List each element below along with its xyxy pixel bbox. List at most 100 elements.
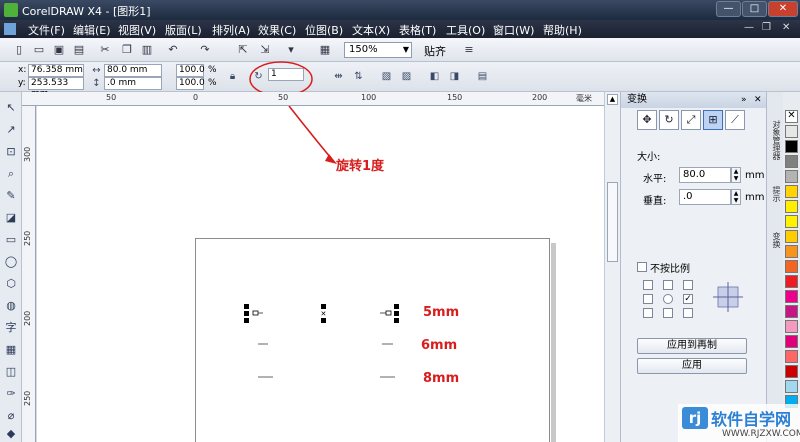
skew-tab-icon[interactable]: ⟋ xyxy=(725,110,745,130)
maximize-button[interactable]: □ xyxy=(742,1,767,17)
color-swatch[interactable] xyxy=(785,320,798,333)
rotate-tab-icon[interactable]: ↻ xyxy=(659,110,679,130)
print-icon[interactable]: ▤ xyxy=(72,43,86,57)
rectangle-tool-icon[interactable]: ▭ xyxy=(3,232,19,248)
menu-file[interactable]: 文件(F) xyxy=(28,22,65,38)
doc-close-button[interactable]: ✕ xyxy=(782,22,790,33)
anchor-bottom-left[interactable] xyxy=(643,308,653,318)
text-tool-icon[interactable]: 字 xyxy=(3,320,19,336)
non-proportional-checkbox[interactable] xyxy=(637,262,647,272)
menu-arrange[interactable]: 排列(A) xyxy=(212,22,250,38)
scale-y-field[interactable]: 100.0 xyxy=(176,77,205,90)
color-swatch[interactable] xyxy=(785,125,798,138)
horizontal-size-field[interactable]: 80.0 xyxy=(679,167,731,183)
scale-outline-icon[interactable]: ▨ xyxy=(400,70,413,83)
zoom-select[interactable]: 150% ▼ xyxy=(344,42,412,58)
no-fill-swatch[interactable]: ✕ xyxy=(785,110,798,123)
position-tab-icon[interactable]: ✥ xyxy=(637,110,657,130)
undo-icon[interactable]: ↶ xyxy=(166,43,180,57)
color-swatch[interactable] xyxy=(785,350,798,363)
zoom-tool-icon[interactable]: ⌕ xyxy=(3,166,19,182)
open-icon[interactable]: ▭ xyxy=(32,43,46,57)
close-button[interactable]: ✕ xyxy=(768,1,798,17)
mirror-vertical-icon[interactable]: ⇅ xyxy=(352,70,365,83)
doc-minimize-button[interactable]: — xyxy=(744,22,754,33)
mirror-horizontal-icon[interactable]: ⇹ xyxy=(332,70,345,83)
vertical-stepper[interactable]: ▲ ▼ xyxy=(731,189,741,205)
docker-expand-icon[interactable]: » xyxy=(741,92,747,108)
apply-button[interactable]: 应用 xyxy=(637,358,747,374)
copy-icon[interactable]: ❐ xyxy=(120,43,134,57)
menu-table[interactable]: 表格(T) xyxy=(399,22,436,38)
menu-tools[interactable]: 工具(O) xyxy=(446,22,485,38)
launcher-icon[interactable]: ▾ xyxy=(284,43,298,57)
vertical-ruler[interactable]: 300 250 200 250 xyxy=(22,106,36,442)
vertical-scrollbar[interactable]: ▲ xyxy=(604,92,620,442)
menu-effects[interactable]: 效果(C) xyxy=(258,22,296,38)
menu-help[interactable]: 帮助(H) xyxy=(543,22,582,38)
color-swatch[interactable] xyxy=(785,185,798,198)
drawing-canvas[interactable]: ✕ 旋转1度 5mm 6mm 8mm xyxy=(37,106,604,442)
polygon-tool-icon[interactable]: ⬡ xyxy=(3,276,19,292)
color-swatch[interactable] xyxy=(785,245,798,258)
scroll-thumb[interactable] xyxy=(607,182,618,262)
scroll-up-icon[interactable]: ▲ xyxy=(607,94,618,105)
fill-tool-icon[interactable]: ◆ xyxy=(3,426,19,442)
menu-bitmaps[interactable]: 位图(B) xyxy=(305,22,343,38)
eyedropper-tool-icon[interactable]: ✑ xyxy=(3,386,19,402)
color-swatch[interactable] xyxy=(785,275,798,288)
anchor-top-right[interactable] xyxy=(683,280,693,290)
color-swatch[interactable] xyxy=(785,230,798,243)
color-swatch[interactable] xyxy=(785,365,798,378)
width-field[interactable]: 80.0 mm xyxy=(104,64,162,77)
color-swatch[interactable] xyxy=(785,215,798,228)
menu-edit[interactable]: 编辑(E) xyxy=(73,22,111,38)
redo-icon[interactable]: ↷ xyxy=(198,43,212,57)
basic-shapes-icon[interactable]: ◍ xyxy=(3,298,19,314)
cut-icon[interactable]: ✂ xyxy=(98,43,112,57)
doc-restore-button[interactable]: ❐ xyxy=(762,22,771,33)
lock-ratio-icon[interactable]: 🔒︎ xyxy=(226,70,239,83)
size-tab-icon[interactable]: ⊞ xyxy=(703,110,723,130)
new-icon[interactable]: ▯ xyxy=(12,43,26,57)
snap-to-button[interactable]: 贴齐 xyxy=(424,43,446,59)
shape-tool-icon[interactable]: ↗ xyxy=(3,122,19,138)
horizontal-stepper[interactable]: ▲ ▼ xyxy=(731,167,741,183)
anchor-bottom-center[interactable] xyxy=(663,308,673,318)
color-swatch[interactable] xyxy=(785,170,798,183)
convert-curves-icon[interactable]: ▤ xyxy=(476,70,489,83)
import-icon[interactable]: ⇱ xyxy=(236,43,250,57)
color-swatch[interactable] xyxy=(785,200,798,213)
y-position-field[interactable]: 253.533 mm xyxy=(28,77,84,99)
wrap-text-icon[interactable]: ▧ xyxy=(380,70,393,83)
options-icon[interactable]: ≡ xyxy=(462,43,476,57)
outline-tool-icon[interactable]: ⌀ xyxy=(3,408,19,424)
pick-tool-icon[interactable]: ↖ xyxy=(3,100,19,116)
docker-close-icon[interactable]: ✕ xyxy=(754,92,762,108)
export-icon[interactable]: ⇲ xyxy=(258,43,272,57)
color-swatch[interactable] xyxy=(785,260,798,273)
color-swatch[interactable] xyxy=(785,290,798,303)
apply-to-duplicate-button[interactable]: 应用到再制 xyxy=(637,338,747,354)
color-swatch[interactable] xyxy=(785,155,798,168)
paste-icon[interactable]: ▥ xyxy=(140,43,154,57)
color-swatch[interactable] xyxy=(785,380,798,393)
height-field[interactable]: .0 mm xyxy=(104,77,162,90)
welcome-icon[interactable]: ▦ xyxy=(318,43,332,57)
menu-layout[interactable]: 版面(L) xyxy=(165,22,202,38)
tab-transform[interactable]: 变换 xyxy=(769,232,782,248)
anchor-top-center[interactable] xyxy=(663,280,673,290)
connector-tool-icon[interactable]: ◫ xyxy=(3,364,19,380)
menu-window[interactable]: 窗口(W) xyxy=(493,22,534,38)
table-tool-icon[interactable]: ▦ xyxy=(3,342,19,358)
horizontal-ruler[interactable]: 50 0 50 100 150 200 毫米 xyxy=(22,92,604,106)
vertical-size-field[interactable]: .0 xyxy=(679,189,731,205)
ellipse-tool-icon[interactable]: ◯ xyxy=(3,254,19,270)
crop-tool-icon[interactable]: ⊡ xyxy=(3,144,19,160)
minimize-button[interactable]: — xyxy=(716,1,741,17)
color-swatch[interactable] xyxy=(785,335,798,348)
scale-tab-icon[interactable]: ⤢ xyxy=(681,110,701,130)
color-swatch[interactable] xyxy=(785,140,798,153)
x-position-field[interactable]: 76.358 mm xyxy=(28,64,84,77)
save-icon[interactable]: ▣ xyxy=(52,43,66,57)
